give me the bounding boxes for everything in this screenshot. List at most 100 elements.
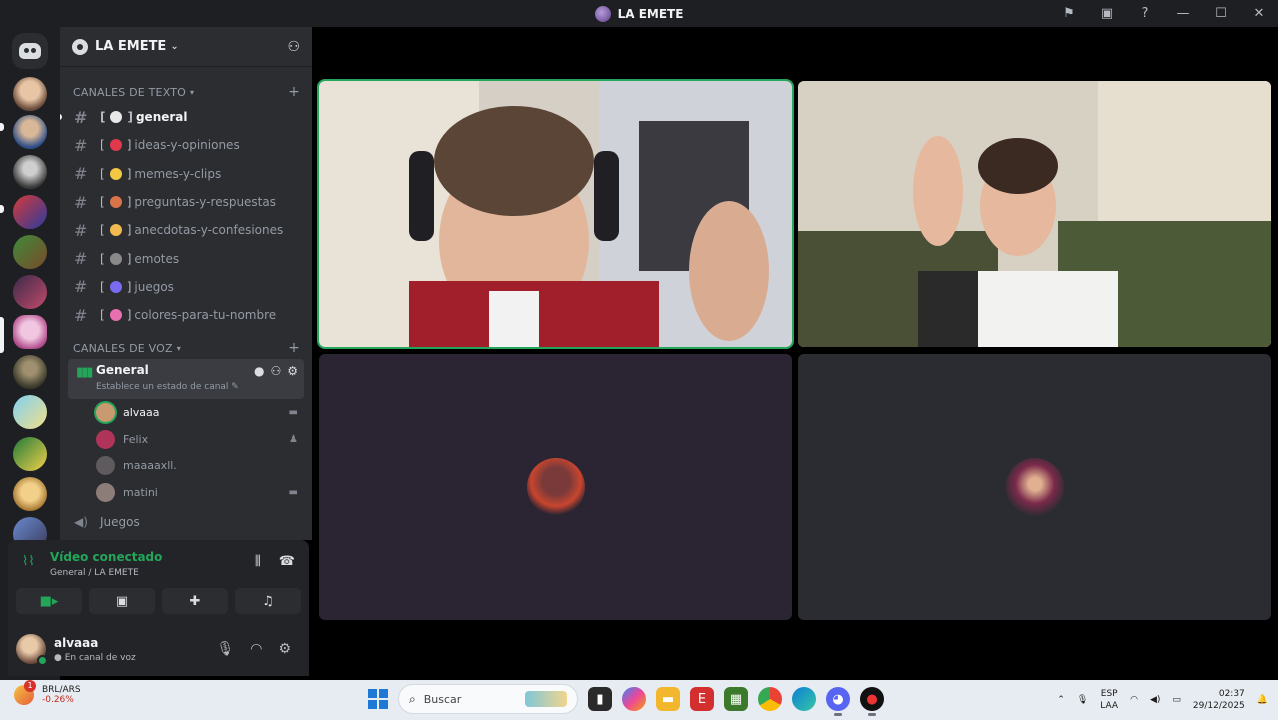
server-icon-8[interactable] [13,395,47,429]
ticker-icon: 1 [14,680,36,705]
server-icon-10[interactable] [13,477,47,511]
server-header[interactable]: LA EMETE ⌄ ⚇ [60,27,312,67]
gear-icon[interactable]: ⚙ [278,641,291,657]
gear-icon[interactable]: ⚙ [287,364,298,378]
channel-emoji-icon [109,224,122,237]
clock[interactable]: 02:37 29/12/2025 [1193,688,1245,712]
windows-start-icon[interactable] [368,689,388,709]
copilot-icon[interactable] [622,687,646,711]
microphone-icon[interactable]: 🎙 [216,641,234,657]
video-tile-1[interactable] [317,79,794,349]
text-category[interactable]: CANALES DE TEXTO ▾ + [60,81,312,103]
server-icon-1[interactable] [13,77,47,111]
server-icon-3[interactable] [13,155,47,189]
language-indicator[interactable]: ESP LAA [1100,688,1118,712]
text-channel-colores-para-tu-nombre[interactable]: # [] colores-para-tu-nombre [60,301,312,329]
wifi-icon[interactable]: ◠ [1130,695,1138,705]
minecraft-icon[interactable]: ▦ [724,687,748,711]
voice-user-1[interactable]: Felix ♟ [60,426,312,453]
voice-user-3[interactable]: matini ▬ [60,479,312,506]
help-icon[interactable]: ? [1126,0,1164,27]
text-channel-memes-y-clips[interactable]: # [] memes-y-clips [60,160,312,188]
voice-channel-juegos[interactable]: ◀) Juegos [60,508,312,536]
voice-user-0[interactable]: alvaaa ▬ [60,399,312,426]
video-tile-2[interactable] [798,81,1271,347]
minimize-button[interactable]: — [1164,0,1202,27]
speaker-icon: ◀) [74,514,88,529]
recording-app-icon[interactable]: ● [860,687,884,716]
maximize-button[interactable]: ☐ [1202,0,1240,27]
voice-category-label: CANALES DE VOZ [73,341,173,355]
disconnect-icon[interactable]: ☎ [279,554,295,569]
edge-icon[interactable] [792,687,816,711]
discord-taskbar-icon[interactable]: ◕ [826,687,850,716]
headphones-icon[interactable]: ◠ [250,641,262,657]
close-button[interactable]: ✕ [1240,0,1278,27]
notification-bell-icon[interactable]: 🔔 [1257,695,1268,705]
text-channel-general[interactable]: # [] general [60,103,312,131]
chat-icon[interactable]: ● [254,364,264,378]
invite-people-icon[interactable]: ⚇ [287,39,300,55]
avatar[interactable] [16,634,48,666]
server-icon-7[interactable] [13,355,47,389]
video-tile-3[interactable] [319,354,792,620]
volume-icon[interactable]: ◀) [1150,695,1160,705]
avatar [96,482,115,502]
signal-icon[interactable]: ⌇⌇ [22,554,35,569]
invite-icon[interactable]: ⚇ [270,364,281,378]
soundboard-button[interactable]: ♫ [235,588,301,614]
server-icon-2[interactable] [13,115,47,149]
hashtag-icon: # [74,249,88,269]
text-channel-preguntas-y-respuestas[interactable]: # [] preguntas-y-respuestas [60,188,312,216]
discord-logo-icon [19,43,41,59]
server-badge-icon [72,38,88,55]
video-tile-4[interactable] [798,354,1271,620]
channel-name: general [135,110,188,125]
home-button[interactable] [12,33,48,69]
office-app-icon[interactable]: E [690,687,714,711]
server-icon-la-emete[interactable] [13,315,47,349]
avatar [96,429,115,449]
voice-user-2[interactable]: maaaaxll. [60,453,312,480]
inbox-flag-icon[interactable]: ⚑ [1050,0,1088,27]
tray-chevron-icon[interactable]: ⌃ [1057,695,1065,705]
text-channel-ideas-y-opiniones[interactable]: # [] ideas-y-opiniones [60,131,312,159]
task-view-icon[interactable]: ▮ [588,687,612,711]
text-channel-emotes[interactable]: # [] emotes [60,244,312,272]
widgets-button[interactable]: 1 BRL/ARS -0.26% [14,680,81,705]
voice-status-subtitle[interactable]: General / LA EMETE [50,568,139,578]
noise-suppression-icon[interactable]: ⫼ [255,554,261,569]
chrome-icon[interactable] [758,687,782,711]
channel-status-input[interactable]: Establece un estado de canal ✎ [96,382,239,392]
voice-channel-general[interactable]: ▮▮▮ General Establece un estado de canal… [68,359,304,400]
add-channel-icon[interactable]: + [288,84,300,100]
server-icon-6[interactable] [13,275,47,309]
voice-category[interactable]: CANALES DE VOZ ▾ + [60,337,312,359]
battery-icon[interactable]: ▭ [1172,695,1181,705]
server-icon-4[interactable] [13,195,47,229]
server-icon-9[interactable] [13,437,47,471]
server-icon-5[interactable] [13,235,47,269]
clock-time: 02:37 [1218,689,1245,699]
activities-button[interactable]: ✚ [162,588,228,614]
screen-share-icon[interactable]: ▣ [1088,0,1126,27]
search-placeholder: Buscar [423,692,462,706]
search-highlight-art [525,691,567,707]
screen-share-button[interactable]: ▣ [89,588,155,614]
voice-user-name: Felix [123,432,149,446]
file-explorer-icon[interactable]: ▬ [656,687,680,711]
selected-pill [0,317,4,353]
voice-user-name: alvaaa [123,406,160,420]
hashtag-icon: # [74,192,88,212]
camera-button[interactable]: ■▸ [16,588,82,614]
microphone-tray-icon[interactable]: 🎙 [1077,695,1088,705]
text-channel-anecdotas-y-confesiones[interactable]: # [] anecdotas-y-confesiones [60,216,312,244]
voice-status-title: Vídeo conectado [50,550,163,564]
channel-name: preguntas-y-respuestas [134,195,276,210]
taskbar-search[interactable]: ⌕ Buscar [398,684,578,714]
add-channel-icon[interactable]: + [288,340,300,356]
video-feed [319,81,792,347]
text-channel-juegos[interactable]: # [] juegos [60,273,312,301]
hashtag-icon: # [74,220,88,240]
avatar [526,458,585,516]
